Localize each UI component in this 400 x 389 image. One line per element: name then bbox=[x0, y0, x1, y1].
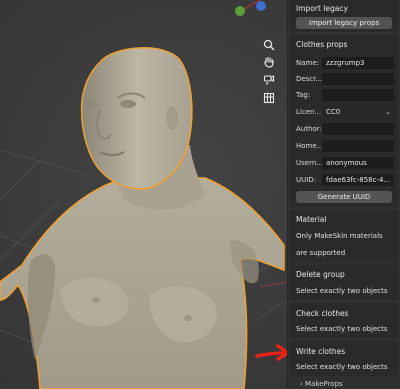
field-label: Name: bbox=[296, 59, 320, 67]
field-label: Licen... bbox=[296, 108, 322, 116]
chevron-down-icon: ⌄ bbox=[385, 108, 391, 116]
orientation-gizmo[interactable] bbox=[232, 0, 280, 22]
section-title: Check clothes bbox=[296, 309, 349, 318]
license-field-row: Licen... CC0 ⌄ bbox=[296, 106, 394, 119]
makeprops-panel-header[interactable]: › MakeProps bbox=[300, 380, 343, 388]
write-clothes-note: Select exactly two objects bbox=[296, 363, 388, 371]
pan-hand-icon[interactable] bbox=[258, 53, 280, 70]
license-value: CC0 bbox=[326, 108, 341, 116]
generate-uuid-button[interactable]: Generate UUID bbox=[296, 191, 392, 203]
material-section: Material Only MakeSkin materials are sup… bbox=[290, 210, 398, 262]
check-clothes-section: Check clothes Select exactly two objects bbox=[290, 303, 398, 338]
username-input[interactable]: anonymous bbox=[322, 157, 394, 169]
material-note-line1: Only MakeSkin materials bbox=[296, 232, 383, 240]
author-field-row: Author: bbox=[296, 123, 394, 136]
field-label: Tag: bbox=[296, 91, 311, 99]
delete-group-note: Select exactly two objects bbox=[296, 287, 388, 295]
uuid-field-row: UUID: fdae63fc-858c-4... bbox=[296, 174, 394, 187]
write-clothes-section: Write clothes Select exactly two objects bbox=[290, 341, 398, 376]
tag-field-row: Tag: bbox=[296, 89, 394, 102]
check-clothes-note: Select exactly two objects bbox=[296, 325, 388, 333]
author-input[interactable] bbox=[322, 123, 394, 135]
clothes-props-section: Clothes props Name: zzzgrump3 Descr... T… bbox=[290, 35, 398, 207]
uuid-input[interactable]: fdae63fc-858c-4... bbox=[322, 174, 394, 186]
zoom-icon[interactable] bbox=[258, 36, 280, 53]
delete-group-section: Delete group Select exactly two objects bbox=[290, 265, 398, 300]
homepage-input[interactable] bbox=[322, 140, 394, 152]
section-title: Delete group bbox=[296, 270, 345, 279]
field-label: UUID: bbox=[296, 176, 317, 184]
field-label: Descr... bbox=[296, 75, 322, 83]
section-title: Material bbox=[296, 215, 327, 224]
camera-icon[interactable] bbox=[258, 70, 280, 87]
material-note-line2: are supported bbox=[296, 249, 346, 257]
makeprops-label: MakeProps bbox=[305, 380, 343, 388]
description-field-row: Descr... bbox=[296, 73, 394, 86]
field-label: Author: bbox=[296, 125, 322, 133]
section-title: Import legacy bbox=[296, 4, 348, 13]
license-select[interactable]: CC0 ⌄ bbox=[322, 106, 394, 118]
field-label: Home... bbox=[296, 142, 322, 150]
axis-green-y-icon[interactable] bbox=[235, 6, 245, 16]
import-legacy-props-button[interactable]: Import legacy props bbox=[296, 17, 392, 29]
section-title: Write clothes bbox=[296, 347, 346, 356]
name-field-row: Name: zzzgrump3 bbox=[296, 57, 394, 70]
section-title: Clothes props bbox=[296, 40, 348, 49]
sidebar-panel: Import legacy Import legacy props Clothe… bbox=[287, 0, 400, 389]
username-field-row: Usern... anonymous bbox=[296, 157, 394, 170]
axis-blue-z-icon[interactable] bbox=[256, 1, 266, 11]
name-input[interactable]: zzzgrump3 bbox=[322, 57, 394, 69]
tag-input[interactable] bbox=[322, 89, 394, 101]
chevron-right-icon: › bbox=[300, 380, 303, 388]
homepage-field-row: Home... bbox=[296, 140, 394, 153]
field-label: Usern... bbox=[296, 159, 322, 167]
import-legacy-section: Import legacy Import legacy props bbox=[290, 0, 398, 32]
description-input[interactable] bbox=[322, 73, 394, 85]
grid-view-icon[interactable] bbox=[258, 89, 280, 106]
